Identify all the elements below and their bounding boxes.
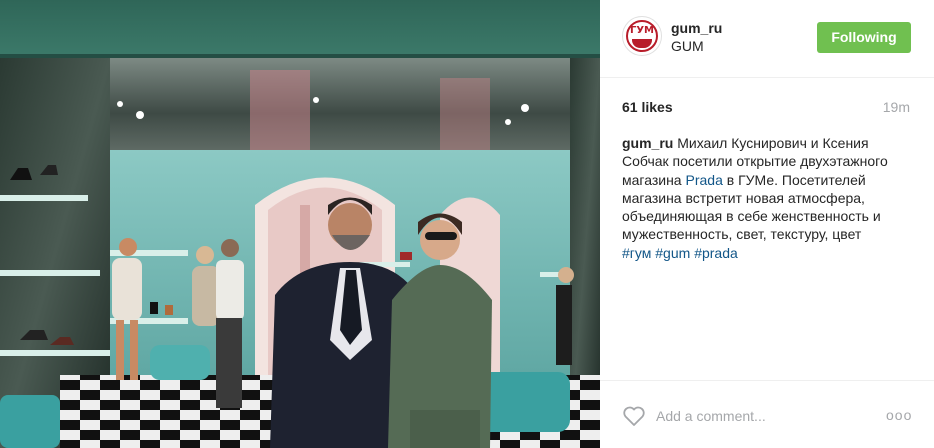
- hashtag-prada[interactable]: #prada: [694, 245, 738, 261]
- heart-icon[interactable]: [622, 405, 646, 427]
- hashtag-gum-ru[interactable]: #гум: [622, 245, 651, 261]
- post-photo[interactable]: [0, 0, 600, 448]
- likes-count[interactable]: 61 likes: [622, 99, 673, 115]
- post-fullname: GUM: [671, 38, 704, 54]
- more-options-icon[interactable]: ooo: [886, 405, 912, 425]
- comment-bar: ooo: [600, 380, 934, 448]
- post-meta: 61 likes 19m: [600, 78, 934, 128]
- avatar[interactable]: ГУМ: [622, 16, 662, 56]
- caption-brand-link[interactable]: Prada: [686, 172, 723, 188]
- post-caption: gum_ru Михаил Куснирович и Ксения Собчак…: [622, 134, 917, 262]
- store-interior-image: [0, 0, 600, 448]
- post-username[interactable]: gum_ru: [671, 20, 722, 36]
- post-header: ГУМ gum_ru GUM Following: [600, 0, 934, 78]
- avatar-logo-text: ГУМ: [629, 25, 655, 36]
- post-timestamp[interactable]: 19m: [883, 99, 910, 115]
- post-details-panel: ГУМ gum_ru GUM Following 61 likes 19m gu…: [600, 0, 934, 448]
- following-button[interactable]: Following: [817, 22, 911, 53]
- caption-username[interactable]: gum_ru: [622, 135, 673, 151]
- hashtag-gum[interactable]: #gum: [655, 245, 690, 261]
- add-comment-input[interactable]: [656, 403, 866, 429]
